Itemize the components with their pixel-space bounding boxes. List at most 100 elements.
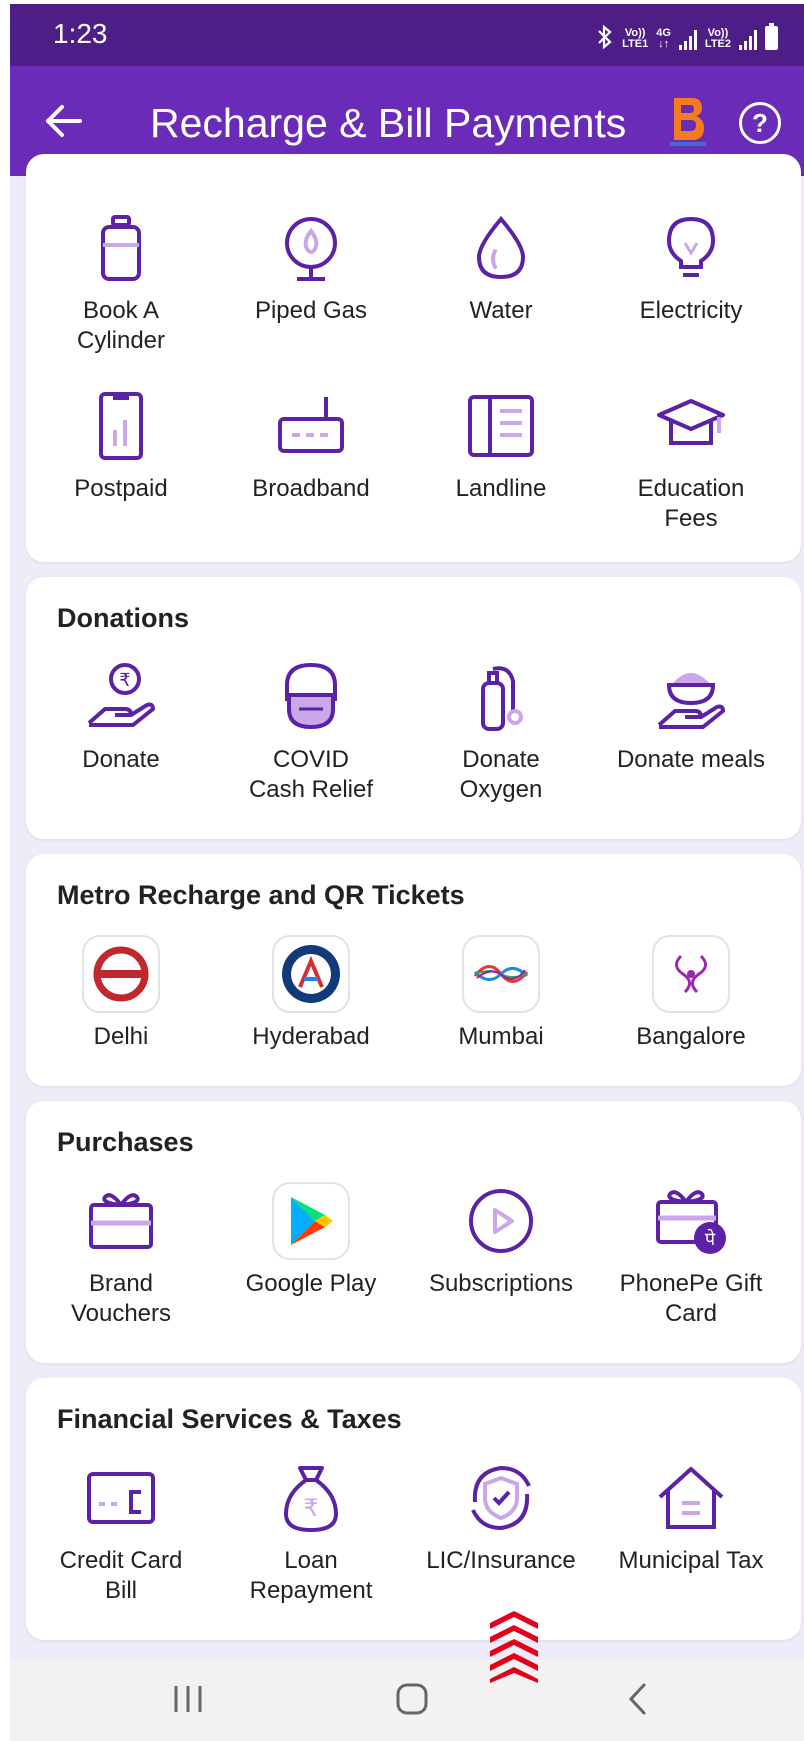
purchase-label: PhonePe Gift Card — [619, 1270, 763, 1327]
metro-item[interactable]: Mumbai — [406, 934, 596, 1052]
system-nav-bar — [10, 1659, 804, 1741]
purchase-item[interactable]: पे PhonePe Gift Card — [596, 1181, 786, 1329]
water-drop-icon — [476, 215, 526, 280]
help-button[interactable]: ? — [739, 102, 781, 144]
utilities-card: Book A Cylinder Piped Gas Water Electric… — [26, 154, 801, 562]
utility-item[interactable]: Piped Gas — [216, 208, 406, 356]
purchase-label: Google Play — [245, 1270, 377, 1297]
donations-row: ₹ Donate COVID Cash Relief Donate Oxygen… — [26, 657, 801, 805]
purchase-label: Brand Vouchers — [70, 1270, 172, 1327]
metro-label: Mumbai — [458, 1023, 544, 1050]
postpaid-phone-icon — [99, 392, 143, 460]
signal-strength-icon — [678, 30, 697, 50]
utility-label: Piped Gas — [254, 297, 368, 324]
donation-item[interactable]: Donate meals — [596, 657, 786, 805]
sim1-label: Vo)) LTE1 — [622, 27, 649, 50]
chevron-left-icon — [628, 1683, 646, 1715]
credit-card-icon — [87, 1472, 155, 1524]
section-title: Donations — [57, 603, 189, 633]
status-icons: Vo)) LTE1 4G ↓↑ Vo)) LTE2 — [596, 20, 778, 50]
financial-card: Financial Services & Taxes Credit Card B… — [26, 1378, 801, 1640]
google-play-icon — [291, 1197, 333, 1245]
donation-item[interactable]: ₹ Donate — [26, 657, 216, 805]
donate-hand-icon: ₹ — [87, 663, 155, 727]
metro-item[interactable]: Bangalore — [596, 934, 786, 1052]
financial-item[interactable]: ₹ Loan Repayment — [216, 1458, 406, 1606]
utilities-row-1: Book A Cylinder Piped Gas Water Electric… — [26, 208, 801, 356]
section-title: Purchases — [57, 1127, 194, 1157]
purchases-card: Purchases Brand Vouchers Google Play Sub… — [26, 1101, 801, 1363]
money-bag-icon: ₹ — [283, 1466, 339, 1533]
utility-item[interactable]: Electricity — [596, 208, 786, 356]
recent-apps-button[interactable] — [158, 1677, 218, 1721]
scroll-up-hint-icon — [490, 1611, 538, 1683]
utility-item[interactable]: Education Fees — [596, 386, 786, 534]
home-button[interactable] — [382, 1677, 442, 1721]
purchase-item[interactable]: Subscriptions — [406, 1181, 596, 1329]
page-title: Recharge & Bill Payments — [150, 100, 627, 146]
meal-bowl-icon — [657, 673, 725, 729]
svg-text:पे: पे — [705, 1228, 716, 1250]
purchase-item[interactable]: Google Play — [216, 1181, 406, 1329]
financial-item[interactable]: Credit Card Bill — [26, 1458, 216, 1606]
financial-row: Credit Card Bill ₹ Loan Repayment LIC/In… — [26, 1458, 801, 1606]
utility-item[interactable]: Book A Cylinder — [26, 208, 216, 356]
home-icon — [396, 1683, 428, 1715]
svg-text:₹: ₹ — [119, 670, 130, 691]
metro-item[interactable]: Hyderabad — [216, 934, 406, 1052]
bluetooth-icon — [598, 24, 612, 50]
utility-item[interactable]: Broadband — [216, 386, 406, 534]
gas-cylinder-icon — [101, 215, 141, 281]
signal-strength-icon — [739, 30, 757, 50]
metro-label: Bangalore — [636, 1023, 746, 1050]
house-icon — [658, 1467, 724, 1529]
utility-item[interactable]: Landline — [406, 386, 596, 534]
financial-item[interactable]: Municipal Tax — [596, 1458, 786, 1606]
donation-label: Donate — [82, 746, 160, 773]
sim2-label: Vo)) LTE2 — [704, 27, 731, 50]
mask-face-icon — [285, 662, 337, 730]
back-button[interactable] — [38, 96, 88, 146]
donation-label: Donate meals — [616, 746, 766, 773]
utility-label: Electricity — [639, 297, 743, 324]
status-bar: 1:23 Vo)) LTE1 4G ↓↑ Vo)) LTE2 — [10, 4, 804, 66]
oxygen-cylinder-icon — [481, 666, 523, 731]
utility-label: Landline — [455, 475, 547, 502]
donations-card: Donations ₹ Donate COVID Cash Relief Don… — [26, 577, 801, 839]
utility-label: Book A Cylinder — [76, 297, 166, 354]
financial-label: LIC/Insurance — [426, 1547, 576, 1574]
financial-item[interactable]: LIC/Insurance — [406, 1458, 596, 1606]
donation-item[interactable]: Donate Oxygen — [406, 657, 596, 805]
delhi-metro-logo-icon — [93, 946, 149, 1002]
network-type-label: 4G ↓↑ — [656, 27, 671, 50]
landline-icon — [468, 395, 534, 457]
metro-item[interactable]: Delhi — [26, 934, 216, 1052]
section-title: Metro Recharge and QR Tickets — [57, 880, 465, 910]
metro-label: Hyderabad — [252, 1023, 370, 1050]
utilities-row-2: Postpaid Broadband Landline Education Fe… — [26, 386, 801, 534]
brand-logo-icon[interactable] — [668, 94, 708, 148]
metro-card: Metro Recharge and QR Tickets Delhi Hyde… — [26, 854, 801, 1086]
financial-label: Loan Repayment — [249, 1547, 373, 1604]
gift-voucher-icon — [89, 1193, 153, 1249]
utility-label: Broadband — [252, 475, 370, 502]
mumbai-metro-logo-icon — [473, 965, 529, 983]
play-circle-icon — [469, 1189, 533, 1253]
battery-icon — [765, 23, 778, 50]
gift-card-icon: पे — [656, 1190, 726, 1254]
utility-item[interactable]: Water — [406, 208, 596, 356]
purchases-row: Brand Vouchers Google Play Subscriptions… — [26, 1181, 801, 1329]
donation-item[interactable]: COVID Cash Relief — [216, 657, 406, 805]
router-icon — [278, 397, 344, 453]
financial-label: Municipal Tax — [618, 1547, 764, 1574]
utility-item[interactable]: Postpaid — [26, 386, 216, 534]
purchase-item[interactable]: Brand Vouchers — [26, 1181, 216, 1329]
graduation-cap-icon — [657, 399, 725, 445]
arrow-left-icon — [46, 105, 82, 137]
financial-label: Credit Card Bill — [59, 1547, 183, 1604]
back-nav-button[interactable] — [608, 1677, 668, 1721]
donation-label: COVID Cash Relief — [248, 746, 374, 803]
svg-text:₹: ₹ — [303, 1494, 318, 1522]
donation-label: Donate Oxygen — [459, 746, 543, 803]
hyderabad-metro-logo-icon — [282, 945, 340, 1003]
